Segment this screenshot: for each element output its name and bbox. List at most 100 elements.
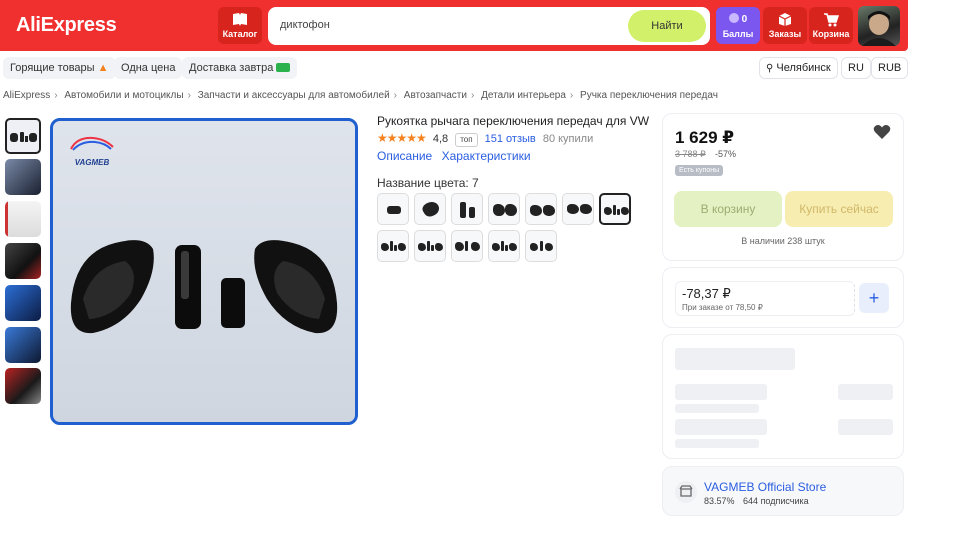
- store-stats: 83.57% 644 подписчика: [704, 496, 809, 506]
- thumbnail[interactable]: [5, 368, 41, 404]
- color-swatch[interactable]: [525, 193, 557, 225]
- thumbnail-image: [10, 132, 37, 142]
- thumbnail[interactable]: [5, 159, 41, 195]
- thumbnail[interactable]: [5, 201, 41, 237]
- thumbnail-image: [5, 201, 41, 237]
- city-label: Челябинск: [776, 62, 831, 74]
- color-swatch[interactable]: [377, 193, 409, 225]
- stock-info: В наличии 238 штук: [741, 236, 825, 246]
- store-name-link[interactable]: VAGMEB Official Store: [704, 480, 826, 494]
- fire-icon: ▲: [97, 62, 109, 74]
- product-title: Рукоятка рычага переключения передач для…: [377, 114, 650, 128]
- cart-button[interactable]: Корзина: [809, 7, 853, 44]
- search-button[interactable]: Найти: [628, 10, 706, 42]
- thumbnail-image: [5, 327, 41, 363]
- rating-row: ★★★★★ 4,8 топ 151 отзыв 80 купили: [377, 131, 593, 147]
- delivery-tomorrow-chip[interactable]: Доставка завтра: [182, 57, 298, 79]
- one-price-chip[interactable]: Одна цена: [114, 57, 183, 79]
- thumbnail-image: [5, 285, 41, 321]
- top-header: AliExpress Каталог Найти 0 Баллы Заказы …: [0, 0, 908, 51]
- points-button[interactable]: 0 Баллы: [716, 7, 760, 44]
- top-badge: топ: [455, 133, 478, 147]
- avatar-image: [862, 11, 896, 46]
- current-price: 1 629 ₽: [675, 128, 735, 147]
- thumbnail-image: [5, 243, 41, 279]
- loading-placeholder-card: [662, 334, 904, 459]
- thumbnail[interactable]: [5, 327, 41, 363]
- search-input[interactable]: [280, 19, 620, 31]
- search-bar: Найти: [268, 7, 710, 45]
- skeleton-bar: [838, 384, 893, 400]
- color-swatch[interactable]: [414, 230, 446, 262]
- color-swatch[interactable]: [525, 230, 557, 262]
- points-label: Баллы: [722, 29, 754, 39]
- product-photo: [70, 240, 338, 334]
- thumbnail-image: [5, 368, 41, 404]
- store-card[interactable]: VAGMEB Official Store 83.57% 644 подписч…: [662, 466, 904, 516]
- breadcrumb-item[interactable]: Детали интерьера: [481, 90, 566, 101]
- catalog-book-icon: [233, 13, 247, 26]
- coupon-condition: При заказе от 78,50 ₽: [682, 303, 763, 312]
- breadcrumb-item[interactable]: Автомобили и мотоциклы: [64, 90, 183, 101]
- color-swatch[interactable]: [451, 230, 483, 262]
- breadcrumb-item[interactable]: Ручка переключения передач: [580, 90, 718, 101]
- skeleton-bar: [675, 404, 759, 413]
- store-icon: [675, 481, 697, 503]
- color-swatch-selected[interactable]: [599, 193, 631, 225]
- rating-value: 4,8: [432, 133, 449, 145]
- breadcrumb-item[interactable]: AliExpress: [3, 90, 50, 101]
- color-swatch[interactable]: [488, 193, 520, 225]
- skeleton-bar: [675, 384, 767, 400]
- heart-icon[interactable]: [873, 124, 891, 140]
- thumbnail[interactable]: [5, 243, 41, 279]
- tab-description[interactable]: Описание: [377, 149, 432, 163]
- aliexpress-logo[interactable]: AliExpress: [16, 14, 117, 37]
- location-pin-icon: ⚲: [766, 63, 774, 74]
- points-coin-icon: [728, 13, 739, 23]
- orders-button[interactable]: Заказы: [763, 7, 807, 44]
- main-product-image[interactable]: VAGMEB: [50, 118, 358, 425]
- color-swatch[interactable]: [488, 230, 520, 262]
- add-coupon-button[interactable]: +: [859, 283, 889, 313]
- color-swatch[interactable]: [451, 193, 483, 225]
- cart-label: Корзина: [812, 29, 850, 39]
- breadcrumb: AliExpress › Автомобили и мотоциклы › Запч…: [3, 90, 718, 101]
- thumbnail[interactable]: [5, 118, 41, 154]
- sold-count: 80 купили: [542, 133, 594, 145]
- skeleton-bar: [675, 439, 759, 448]
- store-positive-rate: 83.57%: [704, 496, 735, 506]
- catalog-label: Каталог: [222, 29, 258, 39]
- coupon-amount: -78,37 ₽: [682, 286, 731, 301]
- coupon-card: -78,37 ₽ При заказе от 78,50 ₽ +: [662, 267, 904, 328]
- city-selector[interactable]: ⚲ Челябинск: [759, 57, 838, 79]
- thumbnail[interactable]: [5, 285, 41, 321]
- product-tabs: Описание Характеристики: [377, 149, 537, 163]
- color-swatch[interactable]: [562, 193, 594, 225]
- orders-box-icon: [778, 13, 792, 26]
- color-swatch[interactable]: [414, 193, 446, 225]
- tab-specifications[interactable]: Характеристики: [442, 149, 531, 163]
- hot-deals-chip[interactable]: Горящие товары ▲: [3, 57, 116, 79]
- thumbnail-image: [5, 159, 41, 195]
- breadcrumb-item[interactable]: Автозапчасти: [404, 90, 467, 101]
- catalog-button[interactable]: Каталог: [218, 7, 262, 44]
- store-subscribers: 644 подписчика: [743, 496, 809, 506]
- old-price: 3 788 ₽: [675, 149, 706, 159]
- cart-icon: [824, 13, 839, 27]
- buy-now-button[interactable]: Купить сейчас: [785, 191, 893, 227]
- skeleton-bar: [675, 348, 795, 370]
- breadcrumb-item[interactable]: Запчасти и аксессуары для автомобилей: [198, 90, 390, 101]
- add-to-cart-button[interactable]: В корзину: [674, 191, 782, 227]
- user-avatar[interactable]: [858, 6, 900, 46]
- currency-selector[interactable]: RUB: [871, 57, 909, 79]
- rating-stars-icon: ★★★★★: [377, 131, 427, 145]
- skeleton-bar: [838, 419, 893, 435]
- buy-box: 1 629 ₽ 3 788 ₽ -57% Есть купоны В корзи…: [662, 113, 904, 261]
- color-swatch[interactable]: [377, 230, 409, 262]
- language-selector[interactable]: RU: [841, 57, 871, 79]
- discount-badge: -57%: [715, 149, 737, 159]
- skeleton-bar: [675, 419, 767, 435]
- coupon-offer[interactable]: -78,37 ₽ При заказе от 78,50 ₽: [675, 281, 855, 316]
- coupons-badge[interactable]: Есть купоны: [675, 165, 724, 176]
- reviews-link[interactable]: 151 отзыв: [485, 133, 536, 145]
